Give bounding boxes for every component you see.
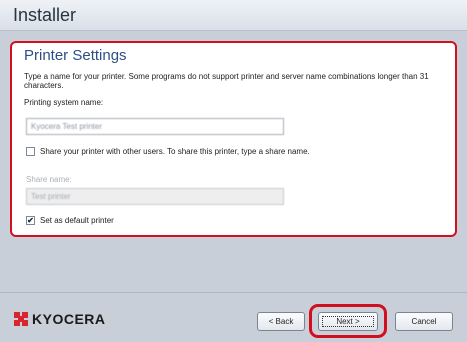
share-printer-label: Share your printer with other users. To …: [40, 147, 310, 156]
default-printer-label: Set as default printer: [40, 216, 114, 225]
window-title: Installer: [13, 5, 77, 25]
share-name-field[interactable]: [26, 188, 284, 205]
section-title: Printer Settings: [24, 47, 127, 64]
next-focus-ring: [322, 316, 374, 327]
default-printer-checkbox[interactable]: ✔: [26, 216, 35, 225]
back-button[interactable]: < Back: [257, 312, 305, 331]
share-printer-row[interactable]: Share your printer with other users. To …: [26, 147, 310, 156]
default-printer-row[interactable]: ✔ Set as default printer: [26, 216, 114, 225]
share-printer-checkbox[interactable]: [26, 147, 35, 156]
title-bar: Installer: [0, 0, 467, 31]
next-button-highlight: Next >: [309, 304, 387, 338]
printing-system-name-label: Printing system name:: [24, 98, 104, 107]
printing-system-name-field[interactable]: [26, 118, 284, 135]
printer-settings-panel: Printer Settings Type a name for your pr…: [10, 41, 457, 237]
logo-text: KYOCERA: [32, 311, 106, 327]
footer-divider: [0, 292, 467, 293]
share-name-label: Share name:: [26, 175, 72, 184]
kyocera-logo: KYOCERA: [14, 311, 106, 327]
next-button[interactable]: Next >: [318, 312, 378, 331]
kyocera-logo-icon: [14, 312, 28, 326]
cancel-button[interactable]: Cancel: [395, 312, 453, 331]
section-description: Type a name for your printer. Some progr…: [24, 72, 429, 90]
